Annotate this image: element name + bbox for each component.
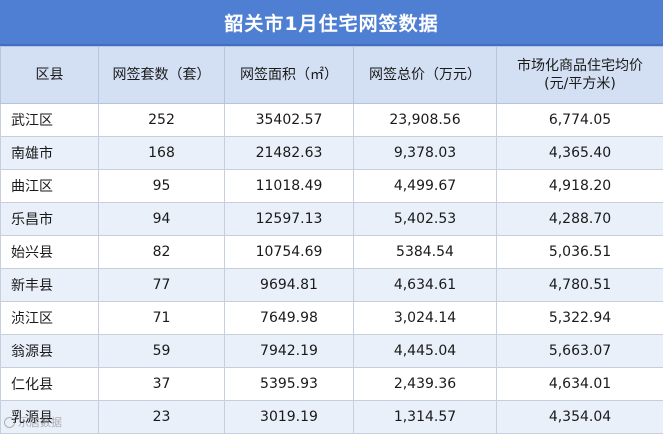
cell-area: 12597.13	[225, 203, 354, 236]
cell-total-price: 1,314.57	[354, 401, 497, 434]
table-row: 始兴县8210754.695384.545,036.51	[1, 236, 663, 269]
table-title: 韶关市1月住宅网签数据	[0, 0, 663, 46]
cell-total-price: 4,445.04	[354, 335, 497, 368]
cell-total-price: 23,908.56	[354, 104, 497, 137]
cell-area: 5395.93	[225, 368, 354, 401]
cell-units: 168	[99, 137, 225, 170]
table-row: 乐昌市9412597.135,402.534,288.70	[1, 203, 663, 236]
header-row: 区县 网签套数（套） 网签面积（㎡） 网签总价（万元） 市场化商品住宅均价 (元…	[1, 47, 663, 104]
report-container: 韶关市1月住宅网签数据 区县 网签套数（套） 网签面积（㎡） 网签总价（万元） …	[0, 0, 663, 432]
watermark: 乐居数据	[4, 414, 62, 430]
table-row: 曲江区9511018.494,499.674,918.20	[1, 170, 663, 203]
table-row: 仁化县375395.932,439.364,634.01	[1, 368, 663, 401]
cell-units: 82	[99, 236, 225, 269]
cell-avg-price: 6,774.05	[497, 104, 663, 137]
cell-district: 南雄市	[1, 137, 99, 170]
cell-units: 37	[99, 368, 225, 401]
header-units: 网签套数（套）	[99, 47, 225, 104]
cell-total-price: 5,402.53	[354, 203, 497, 236]
table-row: 乳源县233019.191,314.574,354.04	[1, 401, 663, 434]
cell-avg-price: 5,322.94	[497, 302, 663, 335]
cell-total-price: 4,634.61	[354, 269, 497, 302]
cell-district: 武江区	[1, 104, 99, 137]
cell-total-price: 4,499.67	[354, 170, 497, 203]
cell-avg-price: 5,036.51	[497, 236, 663, 269]
cell-area: 9694.81	[225, 269, 354, 302]
cell-district: 乐昌市	[1, 203, 99, 236]
cell-avg-price: 4,918.20	[497, 170, 663, 203]
cell-units: 77	[99, 269, 225, 302]
watermark-text: 乐居数据	[18, 414, 62, 430]
table-row: 武江区25235402.5723,908.566,774.05	[1, 104, 663, 137]
cell-avg-price: 4,634.01	[497, 368, 663, 401]
cell-total-price: 3,024.14	[354, 302, 497, 335]
table-row: 新丰县779694.814,634.614,780.51	[1, 269, 663, 302]
header-district: 区县	[1, 47, 99, 104]
cell-avg-price: 4,780.51	[497, 269, 663, 302]
header-avg-price: 市场化商品住宅均价 (元/平方米)	[497, 47, 663, 104]
cell-total-price: 9,378.03	[354, 137, 497, 170]
cell-district: 始兴县	[1, 236, 99, 269]
housing-data-table: 区县 网签套数（套） 网签面积（㎡） 网签总价（万元） 市场化商品住宅均价 (元…	[0, 46, 663, 434]
cell-units: 95	[99, 170, 225, 203]
watermark-logo-icon	[4, 417, 15, 428]
cell-district: 翁源县	[1, 335, 99, 368]
cell-avg-price: 5,663.07	[497, 335, 663, 368]
cell-district: 仁化县	[1, 368, 99, 401]
cell-area: 35402.57	[225, 104, 354, 137]
header-area: 网签面积（㎡）	[225, 47, 354, 104]
cell-avg-price: 4,288.70	[497, 203, 663, 236]
cell-district: 曲江区	[1, 170, 99, 203]
cell-district: 新丰县	[1, 269, 99, 302]
cell-area: 21482.63	[225, 137, 354, 170]
cell-district: 浈江区	[1, 302, 99, 335]
cell-units: 94	[99, 203, 225, 236]
cell-area: 3019.19	[225, 401, 354, 434]
table-body: 武江区25235402.5723,908.566,774.05南雄市168214…	[1, 104, 663, 434]
cell-total-price: 2,439.36	[354, 368, 497, 401]
cell-units: 59	[99, 335, 225, 368]
cell-area: 7942.19	[225, 335, 354, 368]
cell-area: 11018.49	[225, 170, 354, 203]
header-total-price: 网签总价（万元）	[354, 47, 497, 104]
cell-units: 23	[99, 401, 225, 434]
cell-units: 71	[99, 302, 225, 335]
cell-area: 10754.69	[225, 236, 354, 269]
cell-total-price: 5384.54	[354, 236, 497, 269]
cell-units: 252	[99, 104, 225, 137]
cell-avg-price: 4,365.40	[497, 137, 663, 170]
cell-avg-price: 4,354.04	[497, 401, 663, 434]
table-row: 翁源县597942.194,445.045,663.07	[1, 335, 663, 368]
table-row: 浈江区717649.983,024.145,322.94	[1, 302, 663, 335]
cell-area: 7649.98	[225, 302, 354, 335]
table-row: 南雄市16821482.639,378.034,365.40	[1, 137, 663, 170]
